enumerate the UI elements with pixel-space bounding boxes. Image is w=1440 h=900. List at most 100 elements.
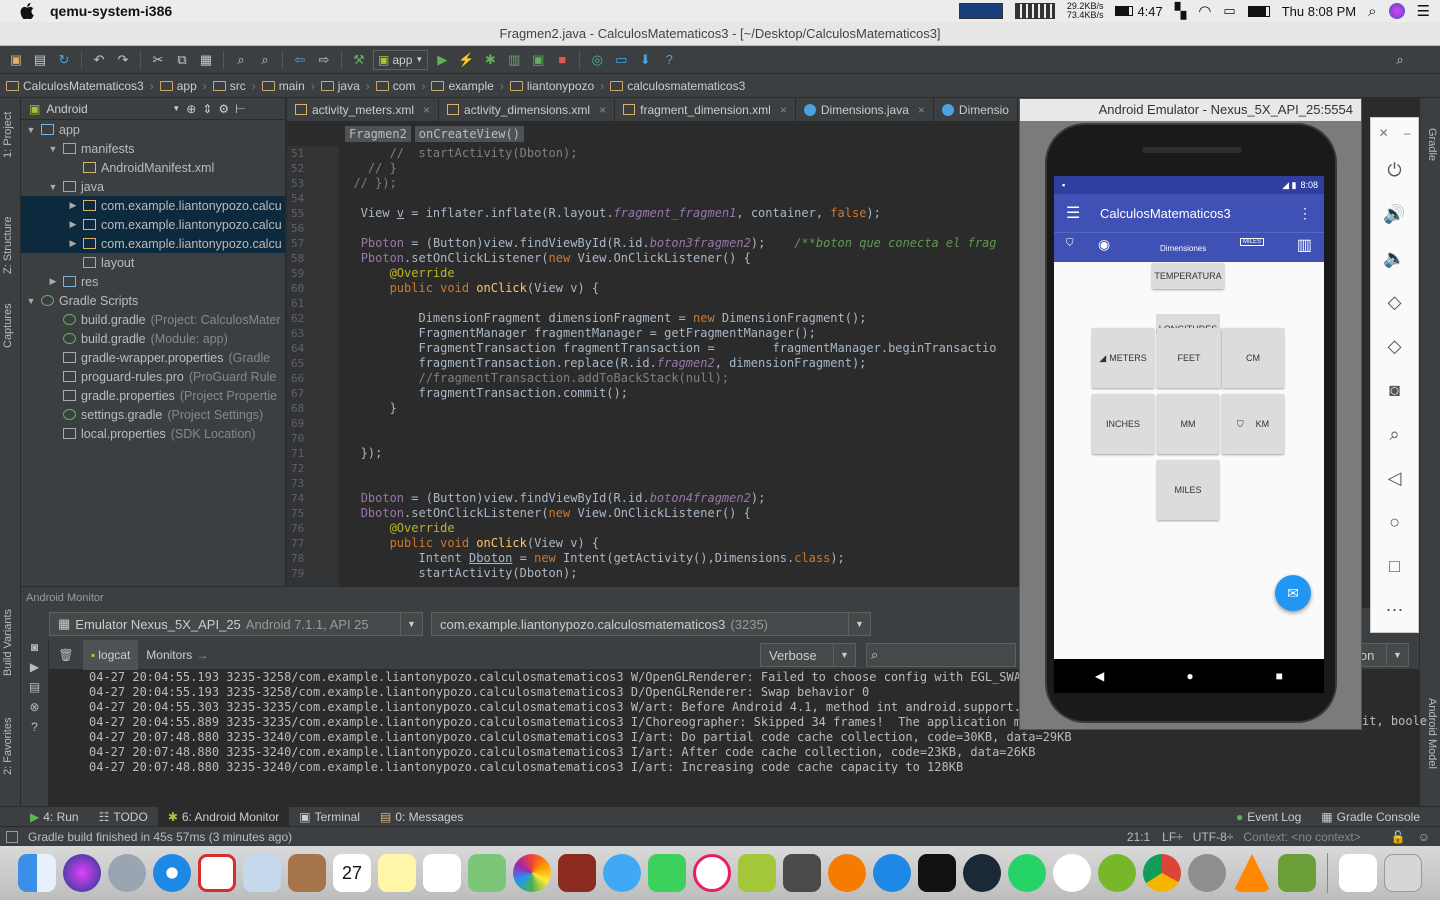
system-preferences-icon[interactable] [1188, 854, 1226, 892]
editor-tab[interactable]: activity_dimensions.xml × [439, 98, 616, 121]
spaces-icon[interactable]: ▚ [1175, 2, 1187, 20]
inspector-icon[interactable]: ☺ [1418, 830, 1430, 844]
popcorn-time-icon[interactable] [198, 854, 236, 892]
android-model-tool-tab[interactable]: Android Model [1426, 698, 1438, 769]
collapsed-arrow-icon[interactable]: ▶ [47, 276, 59, 287]
search-everywhere-icon[interactable]: ⌕ [1390, 50, 1410, 70]
project-tree-item[interactable]: ▼ java [21, 177, 285, 196]
gradle-sync-icon[interactable]: ◎ [587, 50, 607, 70]
stop-icon[interactable]: ■ [552, 50, 572, 70]
android-studio-icon[interactable] [738, 854, 776, 892]
find-icon[interactable]: ⌕ [231, 50, 251, 70]
feet-button[interactable]: FEET [1157, 328, 1221, 388]
ibooks-icon[interactable] [828, 854, 866, 892]
km-button[interactable]: ⛉ KM [1222, 394, 1284, 454]
terminate-icon[interactable]: ⊗ [21, 700, 48, 720]
help-icon[interactable]: ? [659, 50, 679, 70]
clock[interactable]: Thu 8:08 PM [1282, 4, 1356, 19]
back-icon[interactable]: ◁ [1371, 456, 1418, 500]
profile-icon[interactable]: ▥ [504, 50, 524, 70]
maps-icon[interactable] [468, 854, 506, 892]
tab-todo[interactable]: ☷ TODO [89, 807, 158, 827]
project-tree-item[interactable]: ▼ Gradle Scripts [21, 291, 285, 310]
editor-tab[interactable]: activity_meters.xml × [287, 98, 440, 121]
avd-manager-icon[interactable]: ▭ [611, 50, 631, 70]
project-view-select[interactable]: Android [46, 102, 166, 116]
cut-icon[interactable]: ✂ [148, 50, 168, 70]
make-project-icon[interactable]: ⚒ [349, 50, 369, 70]
active-app-name[interactable]: qemu-system-i386 [50, 3, 172, 19]
build-variants-tool-tab[interactable]: Build Variants [2, 609, 14, 676]
spotlight-search-icon[interactable]: ⌕ [1368, 3, 1376, 20]
trash-icon[interactable] [1384, 854, 1422, 892]
screen-record-icon[interactable]: ▶ [21, 660, 48, 680]
clear-logcat-icon[interactable]: 🗑 [49, 648, 83, 662]
home-icon[interactable]: ○ [1371, 500, 1418, 544]
device-select[interactable]: ▦ Emulator Nexus_5X_API_25 Android 7.1.1… [49, 612, 423, 636]
system-info-icon[interactable]: ▤ [21, 680, 48, 700]
sync-icon[interactable]: ↻ [54, 50, 74, 70]
tab-android-monitor[interactable]: ✱ 6: Android Monitor [157, 806, 290, 827]
breadcrumb-item[interactable]: java [320, 79, 360, 93]
volume-up-icon[interactable]: 🔊 [1371, 192, 1418, 236]
phone-screen[interactable]: ▪ ◢ ▮ 8:08 ☰ CalculosMatematicos3 ⋮ ⛉ ◉ … [1054, 176, 1324, 659]
back-icon[interactable]: ⇦ [290, 50, 310, 70]
breadcrumb-item[interactable]: calculosmatematicos3 [610, 79, 745, 93]
project-tool-tab[interactable]: 1: Project [2, 112, 14, 158]
vlc-icon[interactable] [1233, 854, 1271, 892]
hamburger-menu-icon[interactable]: ☰ [1066, 203, 1080, 223]
breadcrumb-item[interactable]: app [159, 79, 197, 93]
lock-icon[interactable]: 🔓 [1391, 830, 1406, 844]
paste-icon[interactable]: ▦ [196, 50, 216, 70]
process-select[interactable]: com.example.liantonypozo.calculosmatemat… [431, 612, 871, 636]
apple-menu-icon[interactable] [18, 2, 36, 20]
home-icon[interactable]: ● [1186, 669, 1193, 683]
facetime-icon[interactable] [648, 854, 686, 892]
collapsed-arrow-icon[interactable]: ▶ [67, 200, 79, 211]
collapse-all-icon[interactable]: ⇕ [202, 102, 212, 116]
tab-miles[interactable]: MILES [1240, 238, 1265, 246]
safari-icon[interactable] [153, 854, 191, 892]
power-icon[interactable]: ⏻ [1371, 148, 1418, 192]
whatsapp-icon[interactable] [1008, 854, 1046, 892]
apply-changes-icon[interactable]: ⚡ [456, 50, 476, 70]
rotate-left-icon[interactable]: ◇ [1371, 280, 1418, 324]
wifi-icon[interactable]: ◠ [1198, 2, 1211, 20]
breadcrumb-item[interactable]: liantonypozo [509, 79, 594, 93]
cm-button[interactable]: CM [1222, 328, 1284, 388]
project-tree-item[interactable]: proguard-rules.pro (ProGuard Rule [21, 367, 285, 386]
project-tree-item[interactable]: build.gradle (Project: CalculosMater [21, 310, 285, 329]
caret-position[interactable]: 21:1 [1127, 830, 1150, 844]
project-tree-item[interactable]: local.properties (SDK Location) [21, 424, 285, 443]
run-config-select[interactable]: ▣ app ▼ [373, 49, 429, 70]
line-separator[interactable]: LF÷ [1162, 830, 1183, 844]
inches-button[interactable]: INCHES [1092, 394, 1154, 454]
photo-booth-icon[interactable] [558, 854, 596, 892]
debug-icon[interactable]: ✱ [480, 50, 500, 70]
siri-icon[interactable] [63, 854, 101, 892]
undo-icon[interactable]: ↶ [89, 50, 109, 70]
project-tree-item[interactable]: ▼ app [21, 120, 285, 139]
siri-icon[interactable] [1388, 3, 1405, 19]
expanded-arrow-icon[interactable]: ▼ [47, 144, 59, 154]
editor-tab[interactable]: Dimensions.java × [796, 98, 934, 121]
save-all-icon[interactable]: ▤ [30, 50, 50, 70]
preview-icon[interactable] [243, 854, 281, 892]
breadcrumb-item[interactable]: CalculosMatematicos3 [6, 79, 144, 93]
document-icon[interactable] [1339, 854, 1377, 892]
project-tree-item[interactable]: gradle-wrapper.properties (Gradle [21, 348, 285, 367]
project-tree-item[interactable]: AndroidManifest.xml [21, 158, 285, 177]
close-tab-icon[interactable]: × [599, 103, 606, 117]
breadcrumb-item[interactable]: com [375, 79, 415, 93]
mm-button[interactable]: MM [1157, 394, 1219, 454]
code-editor[interactable]: // startActivity(Dboton); // } // }); Vi… [339, 146, 1019, 586]
steam-icon[interactable] [963, 854, 1001, 892]
finder-icon[interactable] [18, 854, 56, 892]
meters-button[interactable]: ◢ METERS [1092, 328, 1154, 388]
tab-run[interactable]: ▶ 4: Run [20, 807, 89, 827]
editor-tab[interactable]: Dimensio [934, 98, 1018, 121]
back-icon[interactable]: ◀ [1095, 669, 1104, 683]
ruler-icon[interactable]: ▥ [1297, 235, 1312, 255]
log-level-select[interactable]: Verbose ▼ [760, 643, 856, 667]
run-icon[interactable]: ▶ [432, 50, 452, 70]
